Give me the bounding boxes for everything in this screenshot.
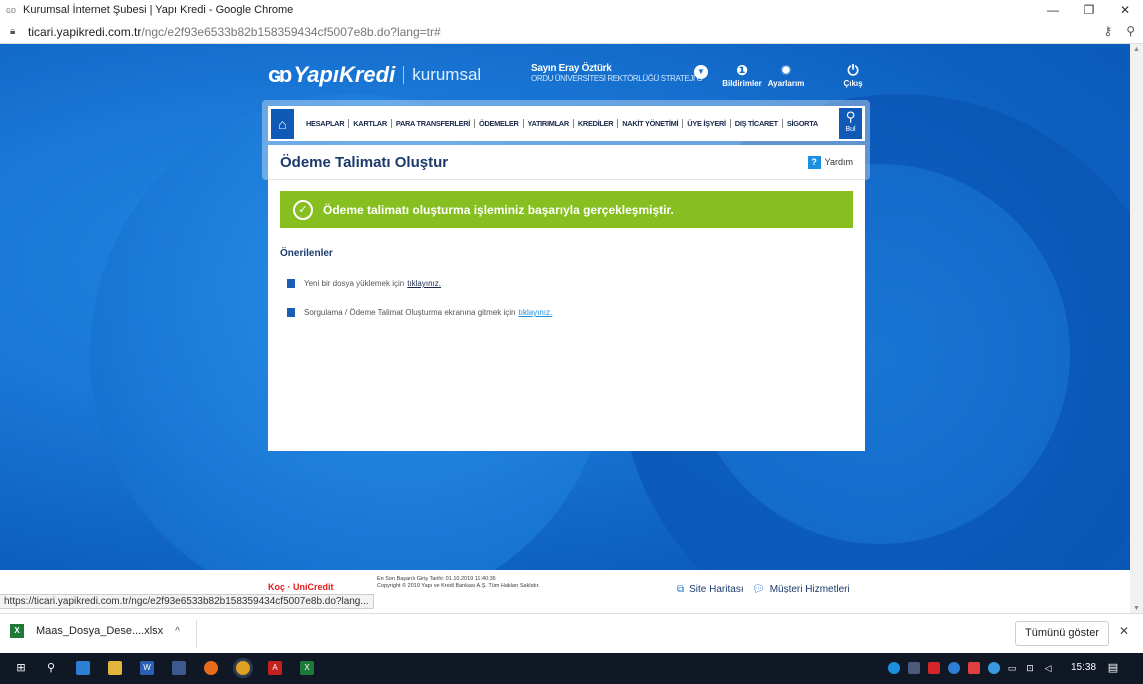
footer-info: En Son Başarılı Giriş Tarihi: 01.10.2019… bbox=[377, 576, 540, 589]
zoom-icon[interactable]: ⚲ bbox=[1126, 24, 1135, 38]
tray-app-icon[interactable] bbox=[968, 662, 980, 674]
sitemap-link[interactable]: ⧉ Site Haritası bbox=[677, 584, 744, 593]
suggestions-title: Önerilenler bbox=[280, 248, 333, 259]
yapikredi-favicon-icon: ɢɒ bbox=[6, 5, 17, 15]
nav-item-uye-isyeri[interactable]: ÜYE İŞYERİ bbox=[683, 119, 731, 128]
lock-icon[interactable]: 🔒︎ bbox=[10, 26, 22, 37]
notification-alert-icon: ❶ bbox=[736, 62, 748, 78]
download-bar: X Maas_Dosya_Dese....xlsx ^ Tümünü göste… bbox=[0, 613, 1143, 653]
nav-item-krediler[interactable]: KREDİLER bbox=[574, 119, 619, 128]
nav-menu: HESAPLAR KARTLAR PARA TRANSFERLERİ ÖDEME… bbox=[302, 119, 822, 128]
search-button[interactable]: ⚲ Bul bbox=[839, 108, 862, 139]
tray-app-icon[interactable] bbox=[928, 662, 940, 674]
nav-item-hesaplar[interactable]: HESAPLAR bbox=[302, 119, 350, 128]
firefox-icon[interactable] bbox=[204, 661, 218, 675]
download-filename: Maas_Dosya_Dese....xlsx bbox=[36, 625, 164, 637]
notification-center-icon[interactable]: ▤ bbox=[1107, 662, 1119, 674]
page-scrollbar[interactable]: ▲ ▼ bbox=[1130, 44, 1143, 615]
suggestion-item: Sorgulama / Ödeme Talimat Oluşturma ekra… bbox=[287, 308, 552, 317]
content-panel: Ödeme Talimatı Oluştur ? Yardım ✓ Ödeme … bbox=[268, 145, 865, 451]
minimize-icon[interactable]: — bbox=[1035, 0, 1071, 20]
footer-partner-logos: Koç · UniCredit bbox=[268, 582, 334, 592]
help-question-icon: ? bbox=[807, 155, 821, 169]
user-name: Sayın Eray Öztürk bbox=[531, 63, 612, 74]
page-title: Ödeme Talimatı Oluştur bbox=[280, 153, 449, 171]
volume-icon[interactable]: ◁ bbox=[1042, 662, 1054, 674]
sitemap-icon: ⧉ bbox=[677, 584, 685, 593]
clock[interactable]: 15:38 bbox=[1071, 662, 1096, 673]
search-icon[interactable]: ⚲ bbox=[44, 661, 58, 675]
query-screen-link[interactable]: tıklayınız. bbox=[519, 308, 553, 317]
tray-app-icon[interactable] bbox=[908, 662, 920, 674]
windows-taskbar: ⊞ ⚲ W A X ▭ ⊡ ◁ 15:38 ▤ bbox=[0, 653, 1143, 684]
main-nav: ⌂ HESAPLAR KARTLAR PARA TRANSFERLERİ ÖDE… bbox=[268, 106, 865, 141]
document-icon bbox=[287, 308, 295, 317]
gear-icon: ✹ bbox=[780, 62, 792, 78]
user-info: Sayın Eray Öztürk ORDU ÜNİVERSİTESİ REKT… bbox=[531, 63, 703, 83]
window-controls: — ❐ ✕ bbox=[1035, 0, 1143, 20]
logo-divider bbox=[403, 66, 405, 84]
windows-start-icon[interactable]: ⊞ bbox=[14, 661, 28, 675]
customer-service-link[interactable]: 💬︎ Müşteri Hizmetleri bbox=[752, 584, 850, 593]
chevron-up-icon[interactable]: ^ bbox=[175, 626, 180, 637]
upload-file-link[interactable]: tıklayınız. bbox=[407, 279, 441, 288]
address-bar[interactable]: 🔒︎ ticari.yapikredi.com.tr/ngc/e2f93e653… bbox=[0, 20, 1143, 44]
excel-file-icon: X bbox=[10, 624, 24, 638]
tray-app-icon[interactable] bbox=[888, 662, 900, 674]
store-icon[interactable] bbox=[172, 661, 186, 675]
success-banner: ✓ Ödeme talimatı oluşturma işleminiz baş… bbox=[280, 191, 853, 228]
word-icon[interactable]: W bbox=[140, 661, 154, 675]
defender-icon[interactable] bbox=[988, 662, 1000, 674]
desktop-app-icon[interactable] bbox=[76, 661, 90, 675]
search-icon: ⚲ bbox=[845, 109, 856, 124]
nav-item-para-transferleri[interactable]: PARA TRANSFERLERİ bbox=[392, 119, 476, 128]
excel-icon[interactable]: X bbox=[300, 661, 314, 675]
file-explorer-icon[interactable] bbox=[108, 661, 122, 675]
user-dropdown-chevron-icon[interactable]: ▼ bbox=[694, 65, 708, 79]
settings-button[interactable]: ✹ Ayarlarım bbox=[761, 61, 811, 88]
check-icon: ✓ bbox=[293, 199, 313, 220]
restore-icon[interactable]: ❐ bbox=[1071, 0, 1107, 20]
success-message: Ödeme talimatı oluşturma işleminiz başar… bbox=[323, 202, 674, 217]
show-all-button[interactable]: Tümünü göster bbox=[1015, 621, 1109, 646]
notifications-button[interactable]: ❶ Bildirimler bbox=[717, 61, 767, 88]
home-icon: ⌂ bbox=[278, 115, 287, 132]
divider bbox=[196, 620, 197, 648]
document-icon bbox=[287, 279, 295, 288]
page-viewport: ɢɒ YapıKredi kurumsal Sayın Eray Öztürk … bbox=[0, 44, 1130, 593]
footer bbox=[0, 570, 1130, 593]
help-button[interactable]: ? Yardım bbox=[807, 155, 853, 169]
nav-item-dis-ticaret[interactable]: DIŞ TİCARET bbox=[731, 119, 783, 128]
logo-text: YapıKredi bbox=[293, 62, 396, 87]
network-icon[interactable]: ⊡ bbox=[1024, 662, 1036, 674]
scroll-up-icon[interactable]: ▲ bbox=[1130, 44, 1143, 56]
download-item[interactable]: X Maas_Dosya_Dese....xlsx ^ bbox=[10, 624, 180, 638]
logo-subtitle: kurumsal bbox=[412, 65, 482, 84]
suggestion-item: Yeni bir dosya yüklemek için tıklayınız. bbox=[287, 279, 441, 288]
nav-item-yatirimlar[interactable]: YATIRIMLAR bbox=[524, 119, 574, 128]
nav-item-nakit-yonetimi[interactable]: NAKİT YÖNETİMİ bbox=[618, 119, 684, 128]
yapikredi-logo-icon: ɢɒ bbox=[268, 62, 292, 87]
browser-title-bar: ɢɒ Kurumsal İnternet Şubesi | Yapı Kredi… bbox=[0, 0, 1143, 20]
battery-icon[interactable]: ▭ bbox=[1006, 662, 1018, 674]
nav-item-odemeler[interactable]: ÖDEMELER bbox=[475, 119, 524, 128]
url-text[interactable]: ticari.yapikredi.com.tr/ngc/e2f93e6533b8… bbox=[28, 25, 441, 39]
chrome-icon[interactable] bbox=[236, 661, 250, 675]
pdf-reader-icon[interactable]: A bbox=[268, 661, 282, 675]
brand-logo[interactable]: ɢɒ YapıKredi kurumsal bbox=[268, 62, 481, 88]
panel-header: Ödeme Talimatı Oluştur ? Yardım bbox=[268, 145, 865, 180]
power-icon: ⏻ bbox=[847, 62, 859, 78]
logout-button[interactable]: ⏻ Çıkış bbox=[828, 61, 878, 88]
status-url: https://ticari.yapikredi.com.tr/ngc/e2f9… bbox=[0, 594, 374, 609]
chat-icon: 💬︎ bbox=[752, 584, 765, 593]
close-window-icon[interactable]: ✕ bbox=[1107, 0, 1143, 20]
home-button[interactable]: ⌂ bbox=[271, 108, 294, 139]
user-org: ORDU ÜNİVERSİTESİ REKTÖRLÜĞÜ STRATEJİ G bbox=[531, 74, 703, 83]
window-title: Kurumsal İnternet Şubesi | Yapı Kredi - … bbox=[23, 4, 294, 16]
nav-item-sigorta[interactable]: SİGORTA bbox=[783, 119, 822, 128]
key-icon[interactable]: ⚷ bbox=[1103, 24, 1112, 38]
bluetooth-icon[interactable] bbox=[948, 662, 960, 674]
nav-item-kartlar[interactable]: KARTLAR bbox=[349, 119, 392, 128]
close-icon[interactable]: ✕ bbox=[1119, 624, 1129, 638]
